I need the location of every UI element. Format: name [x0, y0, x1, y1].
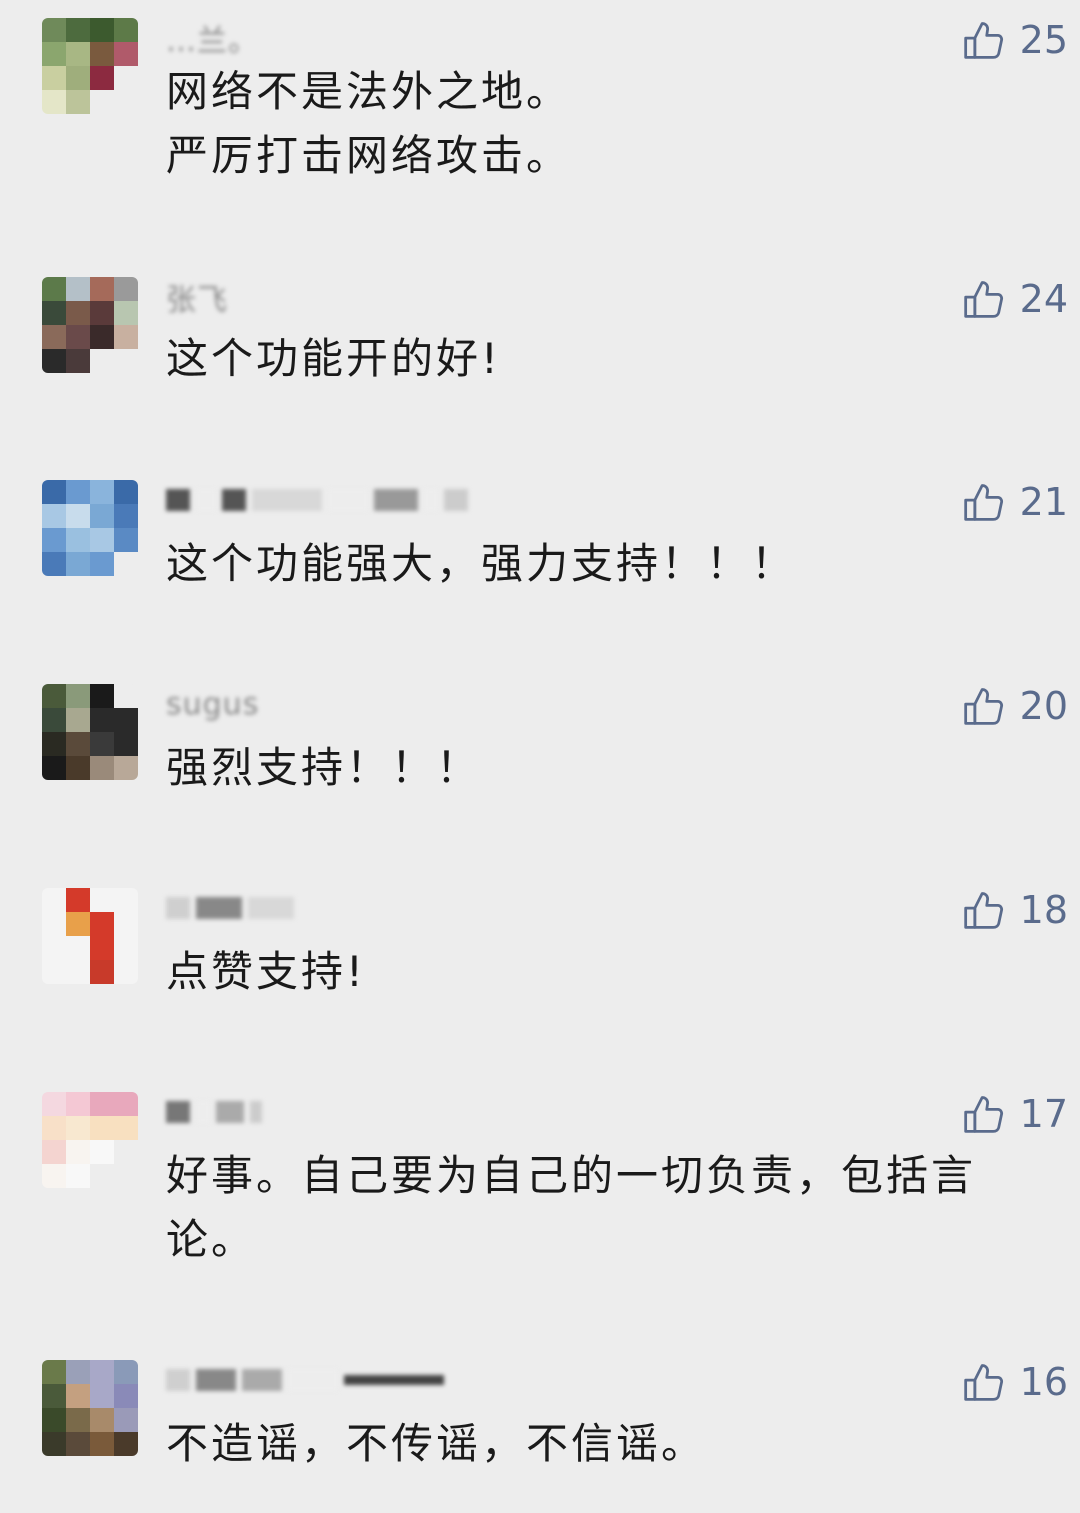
comment-text: 好事。自己要为自己的一切负责，包括言 论。 [166, 1151, 977, 1264]
thumbs-up-icon [963, 688, 1003, 725]
comment-text: 点赞支持! [166, 947, 366, 996]
username[interactable] [166, 480, 474, 520]
username-blur [196, 897, 242, 919]
username-blur [166, 489, 190, 511]
comments-list: …兰。 25 网络不是法外之地。 严厉打击网络攻击。 张飞 24 这个功能开的好… [0, 0, 1080, 1513]
comment-text: 不造谣，不传谣，不信谣。 [166, 1419, 707, 1468]
like-button[interactable]: 24 [962, 277, 1068, 321]
like-count: 21 [1019, 480, 1068, 524]
username-blur [196, 1369, 236, 1391]
like-count: 18 [1019, 888, 1068, 932]
thumbs-up-icon [963, 22, 1003, 59]
thumbs-up-icon [963, 281, 1003, 318]
avatar[interactable] [42, 1360, 138, 1456]
username-blur [196, 489, 216, 511]
thumbs-up-icon [963, 1096, 1003, 1133]
username[interactable] [166, 888, 300, 928]
username-blur [166, 1101, 190, 1123]
avatar[interactable] [42, 684, 138, 780]
username-blur [196, 1101, 210, 1123]
username-blur [248, 897, 294, 919]
comment-text: 网络不是法外之地。 严厉打击网络攻击。 [166, 67, 572, 180]
like-button[interactable]: 16 [962, 1360, 1068, 1404]
username-blur [288, 1369, 338, 1391]
username-blur [374, 489, 418, 511]
thumbs-up-icon [963, 892, 1003, 929]
username[interactable] [166, 1092, 268, 1132]
username-blur [250, 1101, 262, 1123]
username-text: sugus [166, 686, 260, 722]
username[interactable]: sugus [166, 684, 259, 724]
username-blur [222, 489, 246, 511]
username[interactable] [166, 1360, 450, 1400]
avatar[interactable] [42, 888, 138, 984]
username-blur [344, 1375, 444, 1385]
like-button[interactable]: 25 [962, 18, 1068, 62]
comment-text: 这个功能开的好! [166, 334, 501, 383]
like-button[interactable]: 18 [962, 888, 1068, 932]
avatar[interactable] [42, 480, 138, 576]
username-blur [424, 489, 438, 511]
username-blur [166, 1369, 190, 1391]
like-button[interactable]: 21 [962, 480, 1068, 524]
thumbs-up-icon [963, 1364, 1003, 1401]
avatar[interactable] [42, 1092, 138, 1188]
username-blur [216, 1101, 244, 1123]
thumbs-up-icon [963, 484, 1003, 521]
avatar[interactable] [42, 18, 138, 114]
username-blur [444, 489, 468, 511]
like-count: 24 [1019, 277, 1068, 321]
like-button[interactable]: 20 [962, 684, 1068, 728]
username-blur [252, 489, 322, 511]
username-blur [242, 1369, 282, 1391]
comment-text: 这个功能强大，强力支持！！！ [166, 539, 797, 588]
username[interactable]: 张飞 [166, 277, 228, 318]
username-text: …兰。 [166, 24, 259, 59]
username-blur [166, 897, 190, 919]
username-text: 张飞 [166, 283, 228, 318]
like-count: 20 [1019, 684, 1068, 728]
like-count: 16 [1019, 1360, 1068, 1404]
comment-text: 强烈支持！！！ [166, 743, 482, 792]
username-blur [328, 489, 368, 511]
like-count: 25 [1019, 18, 1068, 62]
username[interactable]: …兰。 [166, 18, 259, 59]
like-button[interactable]: 17 [962, 1092, 1068, 1136]
avatar[interactable] [42, 277, 138, 373]
like-count: 17 [1019, 1092, 1068, 1136]
